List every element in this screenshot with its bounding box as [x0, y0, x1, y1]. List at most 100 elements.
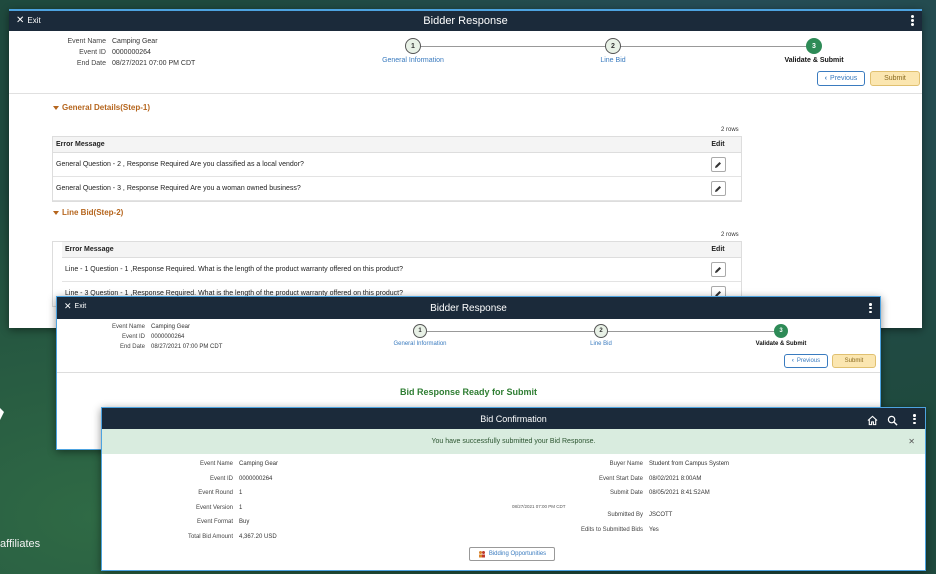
more-options-icon[interactable] — [911, 15, 914, 26]
error-message-cell: General Question - 3 , Response Required… — [56, 185, 301, 192]
meta-label: Event Name — [67, 38, 106, 45]
field-value: Camping Gear — [239, 461, 279, 467]
previous-button[interactable]: ‹ Previous — [784, 354, 828, 368]
field-value: Yes — [649, 526, 659, 533]
field-label: Total Bid Amount — [187, 533, 233, 540]
title-bar: ✕ Exit Bidder Response — [9, 11, 922, 31]
people-icon — [478, 551, 485, 558]
page-title: Bidder Response — [430, 303, 507, 314]
collapse-triangle-icon — [53, 210, 59, 215]
collapse-triangle-icon — [53, 105, 59, 110]
step-3-label: Validate & Submit — [784, 57, 844, 64]
line-bid-toggle[interactable]: Line Bid(Step-2) — [53, 208, 123, 217]
meta-value: Camping Gear — [151, 324, 191, 330]
bidding-opportunities-button[interactable]: Bidding Opportunities — [469, 547, 555, 561]
pencil-icon — [715, 266, 721, 273]
field-value: 1 — [239, 504, 243, 511]
step-2-circle[interactable]: 2 — [605, 38, 621, 54]
mouse-cursor — [0, 408, 4, 420]
meta-value: Camping Gear — [112, 38, 158, 45]
col-edit: Edit — [711, 246, 725, 253]
error-message-cell: Line - 1 Question - 1 ,Response Required… — [65, 266, 404, 273]
event-details-right: Buyer Name Student from Campus System Eve… — [542, 457, 729, 501]
step-1-label[interactable]: General Information — [363, 57, 463, 64]
meta-value: 08/27/2021 07:00 PM CDT — [112, 60, 196, 67]
submission-details: Submitted By JSCOTT Edits to Submitted Bi… — [542, 508, 672, 537]
meta-value: 0000000264 — [151, 334, 185, 340]
step-3-label: Validate & Submit — [755, 341, 807, 347]
meta-label: End Date — [119, 344, 145, 350]
pencil-icon — [715, 185, 721, 192]
field-value: Student from Campus System — [649, 461, 730, 467]
field-value: 08/05/2021 8:41:52AM — [649, 490, 710, 496]
meta-label: Event ID — [121, 334, 145, 340]
success-message: You have successfully submitted your Bid… — [431, 438, 596, 445]
table-row: General Question - 3 , Response Required… — [53, 177, 741, 201]
bid-confirmation-window: Bid Confirmation You have successfully s… — [101, 407, 926, 571]
title-bar: ✕ Exit Bidder Response — [57, 297, 880, 319]
field-label: Event ID — [209, 475, 233, 482]
field-label: Event Version — [195, 504, 233, 511]
meta-label: Event Name — [111, 324, 145, 330]
meta-label: Event ID — [79, 49, 106, 56]
step-1-label[interactable]: General Information — [370, 341, 470, 347]
col-error-message: Error Message — [56, 141, 105, 148]
field-label: Buyer Name — [609, 461, 643, 467]
submit-button[interactable]: Submit — [832, 354, 876, 368]
col-error-message: Error Message — [65, 246, 114, 253]
general-details-toggle[interactable]: General Details(Step-1) — [53, 103, 150, 112]
close-icon[interactable]: ✕ — [908, 429, 915, 454]
more-options-icon[interactable] — [869, 303, 872, 313]
page-title: Bidder Response — [423, 15, 508, 27]
success-banner: You have successfully submitted your Bid… — [102, 429, 925, 454]
more-options-icon[interactable] — [913, 414, 916, 424]
step-1-circle[interactable]: 1 — [405, 38, 421, 54]
field-value: Buy — [239, 519, 250, 525]
field-value: 1 — [239, 490, 243, 496]
col-edit: Edit — [711, 141, 725, 148]
chevron-left-icon: ‹ — [824, 75, 828, 82]
step-2-label[interactable]: Line Bid — [551, 341, 651, 347]
event-details-left: Event Name Camping Gear Event ID 000000026… — [122, 457, 278, 544]
field-value: 0000000264 — [239, 475, 273, 482]
field-label: Submitted By — [607, 512, 643, 518]
error-message-cell: General Question - 2 , Response Required… — [56, 161, 304, 168]
field-label: Edits to Submitted Bids — [580, 526, 643, 533]
rows-count: 2 rows — [721, 127, 739, 133]
page-title: Bid Confirmation — [480, 414, 547, 424]
background-affiliates-text: affiliates — [0, 538, 41, 550]
step-3-circle[interactable]: 3 — [774, 324, 788, 338]
field-value: JSCOTT — [649, 512, 673, 518]
meta-label: End Date — [76, 60, 106, 67]
field-label: Event Format — [196, 519, 233, 525]
event-meta: Event Name Camping Gear Event ID 000000026… — [29, 36, 195, 69]
meta-value: 08/27/2021 07:00 PM CDT — [151, 344, 223, 350]
field-label: Event Start Date — [598, 475, 643, 482]
pencil-icon — [715, 161, 721, 168]
field-value: 4,367.20 USD — [239, 533, 277, 540]
edit-button[interactable] — [710, 157, 726, 172]
step-2-circle[interactable]: 2 — [594, 324, 608, 338]
ready-for-submit-text: Bid Response Ready for Submit — [399, 387, 538, 397]
step-1-circle[interactable]: 1 — [413, 324, 427, 338]
field-label: Event Name — [199, 461, 233, 467]
chevron-left-icon: ‹ — [791, 358, 794, 364]
table-row: General Question - 2 , Response Required… — [53, 153, 741, 177]
bidder-response-window: ✕ Exit Bidder Response Event Name Camping… — [9, 9, 922, 328]
field-value: 08/02/2021 8:00AM — [649, 475, 702, 482]
divider — [57, 372, 880, 373]
event-meta: Event Name Camping Gear Event ID 000000026… — [77, 322, 222, 352]
meta-value: 0000000264 — [112, 49, 151, 56]
step-2-label[interactable]: Line Bid — [563, 57, 663, 64]
rows-count: 2 rows — [721, 232, 739, 238]
table-row: Line - 1 Question - 1 ,Response Required… — [62, 258, 741, 282]
edit-button[interactable] — [710, 262, 726, 277]
field-label: Event Round — [198, 490, 233, 496]
previous-button[interactable]: ‹ Previous — [817, 71, 865, 86]
edit-button[interactable] — [710, 181, 726, 196]
title-bar: Bid Confirmation — [102, 408, 925, 429]
field-label: Submit Date — [609, 490, 643, 496]
submit-button[interactable]: Submit — [870, 71, 920, 86]
general-details-grid: Error Message Edit General Question - 2 ,… — [52, 136, 742, 202]
step-3-circle[interactable]: 3 — [806, 38, 822, 54]
